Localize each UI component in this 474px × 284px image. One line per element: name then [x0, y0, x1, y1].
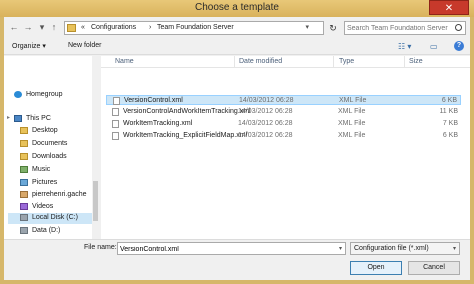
path-dropdown-icon[interactable]: ▾: [305, 23, 309, 31]
nav-item-label: Downloads: [32, 153, 67, 160]
preview-pane-icon[interactable]: ▭: [430, 42, 438, 51]
column-separator: [404, 56, 405, 68]
file-type: XML File: [338, 132, 366, 139]
folder-icon: [20, 127, 28, 134]
search-icon[interactable]: [455, 24, 462, 31]
nav-item-label: Pictures: [32, 179, 58, 186]
homegroup-icon: [14, 91, 22, 98]
column-separator: [333, 56, 334, 68]
expand-icon[interactable]: ▸: [7, 114, 10, 121]
column-header-name[interactable]: Name: [115, 58, 134, 65]
new-folder-button[interactable]: New folder: [68, 42, 101, 49]
column-headers: Name Date modified Type Size: [101, 56, 470, 68]
title-bar[interactable]: Choose a template ✕: [0, 0, 474, 17]
file-name: WorkItemTracking_ExplicitFieldMap.xml: [123, 132, 248, 139]
nav-item-label: pierrehenri.gache: [32, 191, 87, 198]
file-size: 7 KB: [442, 120, 458, 127]
breadcrumb-team-foundation-server[interactable]: Team Foundation Server: [157, 24, 234, 31]
dialog-footer: File name: ▾ Configuration file (*.xml) …: [4, 239, 470, 280]
help-icon[interactable]: ?: [454, 41, 464, 51]
nav-item-label: Documents: [32, 140, 68, 147]
file-size: 6 KB: [441, 97, 457, 104]
nav-item-local-disk[interactable]: Local Disk (C:): [8, 213, 92, 224]
pictures-icon: [20, 179, 28, 186]
file-name: VersionControlAndWorkItemTracking.xml: [123, 108, 251, 115]
nav-item-label: Desktop: [32, 127, 58, 134]
file-type-select[interactable]: Configuration file (*.xml) ▾: [350, 242, 460, 255]
nav-item-label: This PC: [26, 115, 51, 122]
forward-button[interactable]: →: [22, 21, 34, 34]
drive-icon: [20, 214, 28, 221]
column-header-date[interactable]: Date modified: [239, 58, 282, 65]
user-folder-icon: [20, 191, 28, 198]
breadcrumb-overflow[interactable]: «: [81, 24, 85, 31]
music-icon: [20, 166, 28, 173]
xml-file-icon: [112, 108, 119, 116]
file-name: WorkItemTracking.xml: [123, 120, 193, 127]
column-header-type[interactable]: Type: [339, 58, 354, 65]
open-button[interactable]: Open: [350, 261, 402, 275]
folder-icon: [67, 24, 76, 32]
search-input[interactable]: [347, 23, 451, 33]
chevron-down-icon[interactable]: ▾: [339, 245, 342, 252]
nav-item-label: Videos: [32, 203, 54, 210]
file-type-value: Configuration file (*.xml): [354, 245, 429, 252]
drive-icon: [20, 227, 28, 234]
nav-scrollbar-thumb[interactable]: [93, 181, 98, 221]
xml-file-icon: [113, 97, 120, 105]
nav-scrollbar[interactable]: [92, 56, 99, 239]
file-date: 14/03/2012 06:28: [239, 97, 294, 104]
documents-icon: [20, 140, 28, 147]
view-options-icon[interactable]: ☷ ▾: [398, 42, 411, 51]
dialog-window: Choose a template ✕ ← → ▾ ↑ « Configurat…: [0, 0, 474, 284]
address-bar: ← → ▾ ↑ « Configurations › Team Foundati…: [4, 17, 470, 39]
nav-item-label: Local Disk (C:): [32, 214, 78, 221]
file-name-combobox[interactable]: ▾: [117, 242, 346, 255]
recent-dropdown-icon[interactable]: ▾: [36, 21, 48, 34]
file-size: 11 KB: [439, 108, 458, 115]
path-box[interactable]: « Configurations › Team Foundation Serve…: [64, 21, 324, 35]
file-type: XML File: [339, 97, 367, 104]
breadcrumb-separator[interactable]: ›: [149, 24, 151, 31]
nav-item-label: Homegroup: [26, 91, 63, 98]
command-toolbar: Organize ▾ New folder ☷ ▾ ▭ ?: [4, 39, 470, 55]
file-name-input[interactable]: [120, 244, 330, 254]
search-box[interactable]: [344, 21, 466, 35]
videos-icon: [20, 203, 28, 210]
file-type: XML File: [338, 108, 366, 115]
file-row[interactable]: WorkItemTracking_ExplicitFieldMap.xml 14…: [106, 131, 461, 141]
column-separator: [234, 56, 235, 68]
file-date: 14/03/2012 06:28: [238, 132, 293, 139]
xml-file-icon: [112, 132, 119, 140]
computer-icon: [14, 115, 22, 122]
nav-item-label: Data (D:): [32, 227, 61, 234]
file-list-pane: Name Date modified Type Size VersionCont…: [101, 56, 470, 239]
chevron-down-icon[interactable]: ▾: [453, 245, 456, 252]
organize-button[interactable]: Organize ▾: [12, 42, 46, 50]
close-button[interactable]: ✕: [429, 0, 469, 15]
back-button[interactable]: ←: [8, 21, 20, 34]
cancel-button[interactable]: Cancel: [408, 261, 460, 275]
file-row[interactable]: VersionControl.xml 14/03/2012 06:28 XML …: [106, 95, 461, 105]
column-header-size[interactable]: Size: [409, 58, 423, 65]
file-date: 14/03/2012 06:28: [238, 108, 293, 115]
downloads-icon: [20, 153, 28, 160]
up-button[interactable]: ↑: [48, 21, 60, 34]
xml-file-icon: [112, 120, 119, 128]
dialog-client: ← → ▾ ↑ « Configurations › Team Foundati…: [4, 17, 470, 280]
window-title: Choose a template: [195, 2, 279, 13]
file-name-label: File name:: [84, 244, 117, 251]
file-row[interactable]: WorkItemTracking.xml 14/03/2012 06:28 XM…: [106, 119, 461, 129]
breadcrumb-configurations[interactable]: Configurations: [91, 24, 136, 31]
file-row[interactable]: VersionControlAndWorkItemTracking.xml 14…: [106, 107, 461, 117]
navigation-pane: Homegroup ▸ This PC Desktop Documents Do…: [4, 56, 99, 239]
file-type: XML File: [338, 120, 366, 127]
file-name: VersionControl.xml: [124, 97, 183, 104]
file-date: 14/03/2012 06:28: [238, 120, 293, 127]
refresh-button[interactable]: ↻: [326, 21, 340, 35]
file-size: 6 KB: [442, 132, 458, 139]
nav-item-label: Music: [32, 166, 51, 173]
